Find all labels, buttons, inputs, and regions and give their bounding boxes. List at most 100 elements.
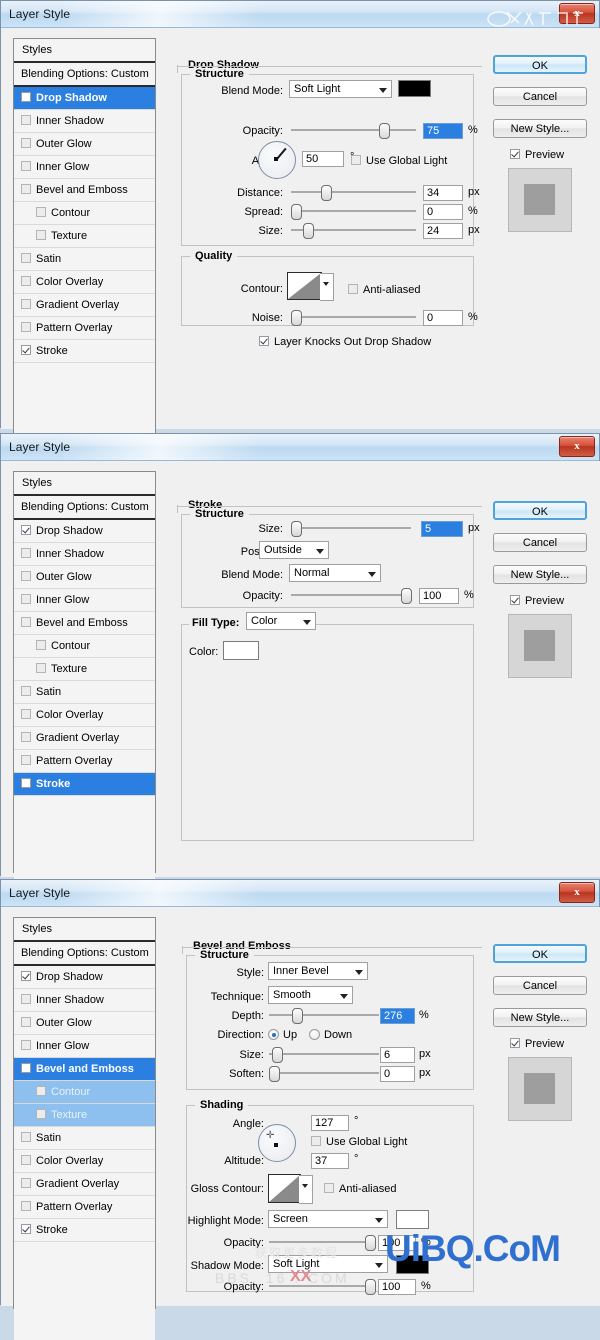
sidebar-item-gradient-overlay[interactable]: Gradient Overlay <box>14 727 155 750</box>
opacity-slider[interactable] <box>291 123 416 139</box>
sidebar-item-bevel-and-emboss[interactable]: Bevel and Emboss <box>14 612 155 635</box>
bevel-use-global-light-row[interactable]: Use Global Light <box>311 1136 407 1148</box>
highlight-color-swatch[interactable] <box>396 1210 429 1229</box>
sidebar-item-stroke[interactable]: Stroke <box>14 340 155 363</box>
preview-checkbox-row[interactable]: Preview <box>510 1038 564 1050</box>
noise-slider[interactable] <box>291 310 416 326</box>
anti-aliased-row[interactable]: Anti-aliased <box>348 284 420 296</box>
slider-knob[interactable] <box>291 521 302 537</box>
radio-icon[interactable] <box>268 1029 279 1040</box>
slider-knob[interactable] <box>272 1047 283 1063</box>
highlight-opacity-slider[interactable] <box>269 1235 376 1251</box>
spread-slider[interactable] <box>291 204 416 220</box>
stroke-blend-mode-select[interactable]: Normal <box>289 564 381 582</box>
sidebar-item-satin[interactable]: Satin <box>14 1127 155 1150</box>
checkbox-icon[interactable] <box>21 1155 31 1165</box>
checkbox-icon[interactable] <box>21 92 31 102</box>
sidebar-item-bevel-and-emboss[interactable]: Bevel and Emboss <box>14 179 155 202</box>
soften-slider[interactable] <box>269 1066 379 1082</box>
sidebar-item-inner-glow[interactable]: Inner Glow <box>14 156 155 179</box>
slider-knob[interactable] <box>269 1066 280 1082</box>
checkbox-icon[interactable] <box>21 525 31 535</box>
angle-dial[interactable] <box>258 141 296 179</box>
slider-knob[interactable] <box>365 1235 376 1251</box>
angle-input[interactable]: 50 <box>302 151 344 167</box>
checkbox-icon[interactable] <box>324 1183 334 1193</box>
close-icon[interactable]: x <box>559 436 595 457</box>
checkbox-icon[interactable] <box>36 1086 46 1096</box>
bevel-style-select[interactable]: Inner Bevel <box>268 962 368 980</box>
sidebar-item-stroke[interactable]: Stroke <box>14 773 155 796</box>
sidebar-item-bevel-and-emboss[interactable]: Bevel and Emboss <box>14 1058 155 1081</box>
stroke-size-slider[interactable] <box>291 521 411 537</box>
checkbox-icon[interactable] <box>21 299 31 309</box>
slider-knob[interactable] <box>365 1279 376 1295</box>
ok-button[interactable]: OK <box>493 55 587 74</box>
checkbox-icon[interactable] <box>351 155 361 165</box>
checkbox-icon[interactable] <box>21 115 31 125</box>
checkbox-icon[interactable] <box>259 336 269 346</box>
checkbox-icon[interactable] <box>21 345 31 355</box>
blend-mode-select[interactable]: Soft Light <box>289 80 392 98</box>
bevel-anti-aliased-row[interactable]: Anti-aliased <box>324 1183 396 1195</box>
sidebar-item-outer-glow[interactable]: Outer Glow <box>14 133 155 156</box>
sidebar-item-texture[interactable]: Texture <box>14 1104 155 1127</box>
noise-input[interactable]: 0 <box>423 310 463 326</box>
new-style-button[interactable]: New Style... <box>493 1008 587 1027</box>
checkbox-icon[interactable] <box>21 161 31 171</box>
stroke-size-input[interactable]: 5 <box>421 521 463 537</box>
checkbox-icon[interactable] <box>21 322 31 332</box>
checkbox-icon[interactable] <box>36 1109 46 1119</box>
cancel-button[interactable]: Cancel <box>493 976 587 995</box>
shadow-opacity-input[interactable]: 100 <box>378 1279 416 1295</box>
checkbox-icon[interactable] <box>21 1201 31 1211</box>
sidebar-item-inner-glow[interactable]: Inner Glow <box>14 589 155 612</box>
cancel-button[interactable]: Cancel <box>493 533 587 552</box>
shadow-opacity-slider[interactable] <box>269 1279 376 1295</box>
title-bar[interactable]: Layer Style x <box>1 880 599 907</box>
sidebar-item-blending-options[interactable]: Blending Options: Custom <box>14 942 155 966</box>
ok-button[interactable]: OK <box>493 501 587 520</box>
highlight-mode-select[interactable]: Screen <box>268 1210 388 1228</box>
sidebar-item-satin[interactable]: Satin <box>14 248 155 271</box>
size-slider[interactable] <box>291 223 416 239</box>
size-input[interactable]: 24 <box>423 223 463 239</box>
gloss-contour-preview[interactable] <box>268 1174 313 1204</box>
technique-select[interactable]: Smooth <box>268 986 353 1004</box>
checkbox-icon[interactable] <box>36 230 46 240</box>
sidebar-item-drop-shadow[interactable]: Drop Shadow <box>14 966 155 989</box>
bevel-size-input[interactable]: 6 <box>380 1047 415 1063</box>
sidebar-item-drop-shadow[interactable]: Drop Shadow <box>14 520 155 543</box>
sidebar-item-outer-glow[interactable]: Outer Glow <box>14 566 155 589</box>
preview-checkbox-row[interactable]: Preview <box>510 595 564 607</box>
depth-slider[interactable] <box>269 1008 379 1024</box>
checkbox-icon[interactable] <box>21 971 31 981</box>
bevel-size-slider[interactable] <box>269 1047 379 1063</box>
slider-knob[interactable] <box>291 310 302 326</box>
sidebar-item-color-overlay[interactable]: Color Overlay <box>14 704 155 727</box>
checkbox-icon[interactable] <box>510 149 520 159</box>
checkbox-icon[interactable] <box>36 663 46 673</box>
gloss-contour-dropdown-button[interactable] <box>299 1175 313 1204</box>
sidebar-item-inner-shadow[interactable]: Inner Shadow <box>14 543 155 566</box>
preview-checkbox-row[interactable]: Preview <box>510 149 564 161</box>
checkbox-icon[interactable] <box>21 138 31 148</box>
ok-button[interactable]: OK <box>493 944 587 963</box>
title-bar[interactable]: Layer Style x <box>1 434 599 461</box>
contour-dropdown-button[interactable] <box>320 273 334 301</box>
sidebar-item-contour[interactable]: Contour <box>14 1081 155 1104</box>
stroke-opacity-input[interactable]: 100 <box>419 588 459 604</box>
checkbox-icon[interactable] <box>510 595 520 605</box>
checkbox-icon[interactable] <box>36 640 46 650</box>
checkbox-icon[interactable] <box>311 1136 321 1146</box>
checkbox-icon[interactable] <box>21 732 31 742</box>
fill-type-select[interactable]: Color <box>246 612 316 630</box>
sidebar-item-gradient-overlay[interactable]: Gradient Overlay <box>14 1173 155 1196</box>
new-style-button[interactable]: New Style... <box>493 565 587 584</box>
checkbox-icon[interactable] <box>21 594 31 604</box>
title-bar[interactable]: Layer Style x <box>1 1 599 28</box>
highlight-opacity-input[interactable]: 100 <box>378 1235 416 1251</box>
checkbox-icon[interactable] <box>21 1017 31 1027</box>
cancel-button[interactable]: Cancel <box>493 87 587 106</box>
sidebar-item-inner-glow[interactable]: Inner Glow <box>14 1035 155 1058</box>
